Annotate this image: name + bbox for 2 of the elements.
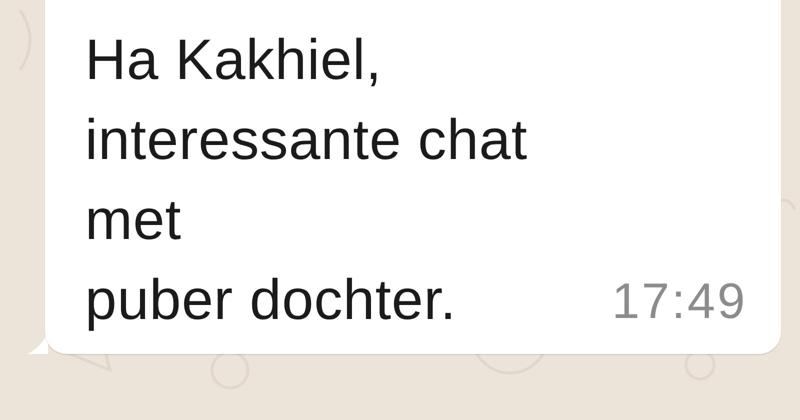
message-text: Ha Kakhiel, interessante chat met puber dochter. xyxy=(85,27,529,334)
message-time: 17:49 xyxy=(612,276,747,331)
